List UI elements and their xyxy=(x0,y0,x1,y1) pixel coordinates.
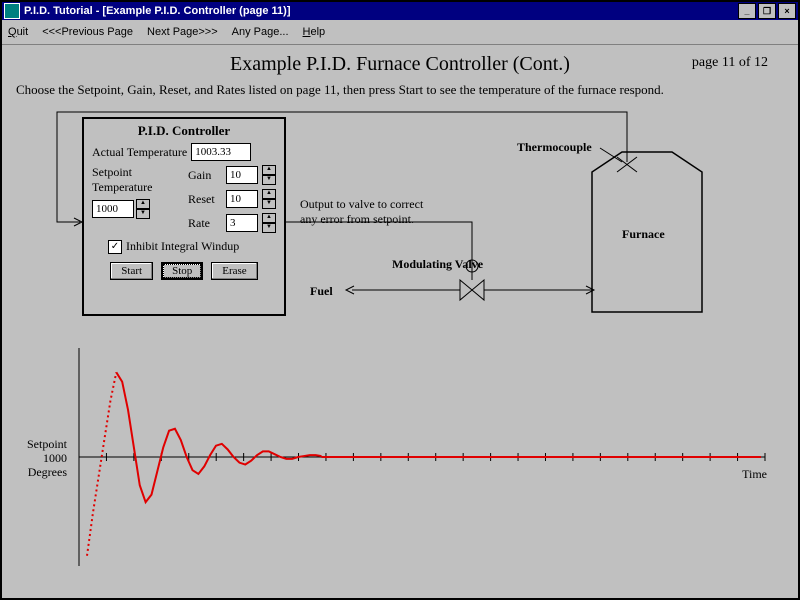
app-icon xyxy=(4,3,20,19)
inhibit-windup-checkbox[interactable]: ✓ Inhibit Integral Windup xyxy=(108,239,284,254)
start-button[interactable]: Start xyxy=(110,262,153,280)
maximize-button[interactable]: ❐ xyxy=(758,3,776,19)
title-bar: P.I.D. Tutorial - [Example P.I.D. Contro… xyxy=(2,2,798,20)
check-icon: ✓ xyxy=(108,240,122,254)
menu-any-page[interactable]: Any Page... xyxy=(232,26,289,38)
gain-field[interactable]: 10 xyxy=(226,166,258,184)
gain-stepper[interactable]: ▲▼ xyxy=(262,165,276,185)
pid-controller-panel: P.I.D. Controller Actual Temperature 100… xyxy=(82,117,286,316)
reset-stepper[interactable]: ▲▼ xyxy=(262,189,276,209)
erase-button[interactable]: Erase xyxy=(211,262,257,280)
setpoint-label: SetpointTemperature xyxy=(92,165,160,195)
actual-temp-field: 1003.33 xyxy=(191,143,251,161)
pid-panel-title: P.I.D. Controller xyxy=(84,123,284,139)
menu-quit[interactable]: Quit xyxy=(8,26,28,38)
thermocouple-label: Thermocouple xyxy=(517,140,592,155)
setpoint-field[interactable]: 1000 xyxy=(92,200,134,218)
rate-stepper[interactable]: ▲▼ xyxy=(262,213,276,233)
graph-y-label: Setpoint1000Degrees xyxy=(12,437,67,479)
close-button[interactable]: × xyxy=(778,3,796,19)
fuel-label: Fuel xyxy=(310,284,333,299)
menu-next-page[interactable]: Next Page>>> xyxy=(147,26,218,38)
output-desc: Output to valve to correctany error from… xyxy=(300,197,423,227)
stop-button[interactable]: Stop xyxy=(161,262,203,280)
furnace-label: Furnace xyxy=(622,227,665,242)
rate-field[interactable]: 3 xyxy=(226,214,258,232)
reset-field[interactable]: 10 xyxy=(226,190,258,208)
inhibit-windup-label: Inhibit Integral Windup xyxy=(126,239,239,254)
gain-label: Gain xyxy=(188,168,222,183)
modulating-valve-label: Modulating Valve xyxy=(392,257,483,272)
menu-prev-page[interactable]: <<<Previous Page xyxy=(42,26,133,38)
minimize-button[interactable]: _ xyxy=(738,3,756,19)
rate-label: Rate xyxy=(188,216,222,231)
setpoint-stepper[interactable]: ▲▼ xyxy=(136,199,150,219)
reset-label: Reset xyxy=(188,192,222,207)
response-graph: Setpoint1000Degrees Time xyxy=(77,342,767,572)
window-title: P.I.D. Tutorial - [Example P.I.D. Contro… xyxy=(24,5,291,17)
menu-help[interactable]: Help xyxy=(303,26,326,38)
actual-temp-label: Actual Temperature xyxy=(92,145,187,160)
